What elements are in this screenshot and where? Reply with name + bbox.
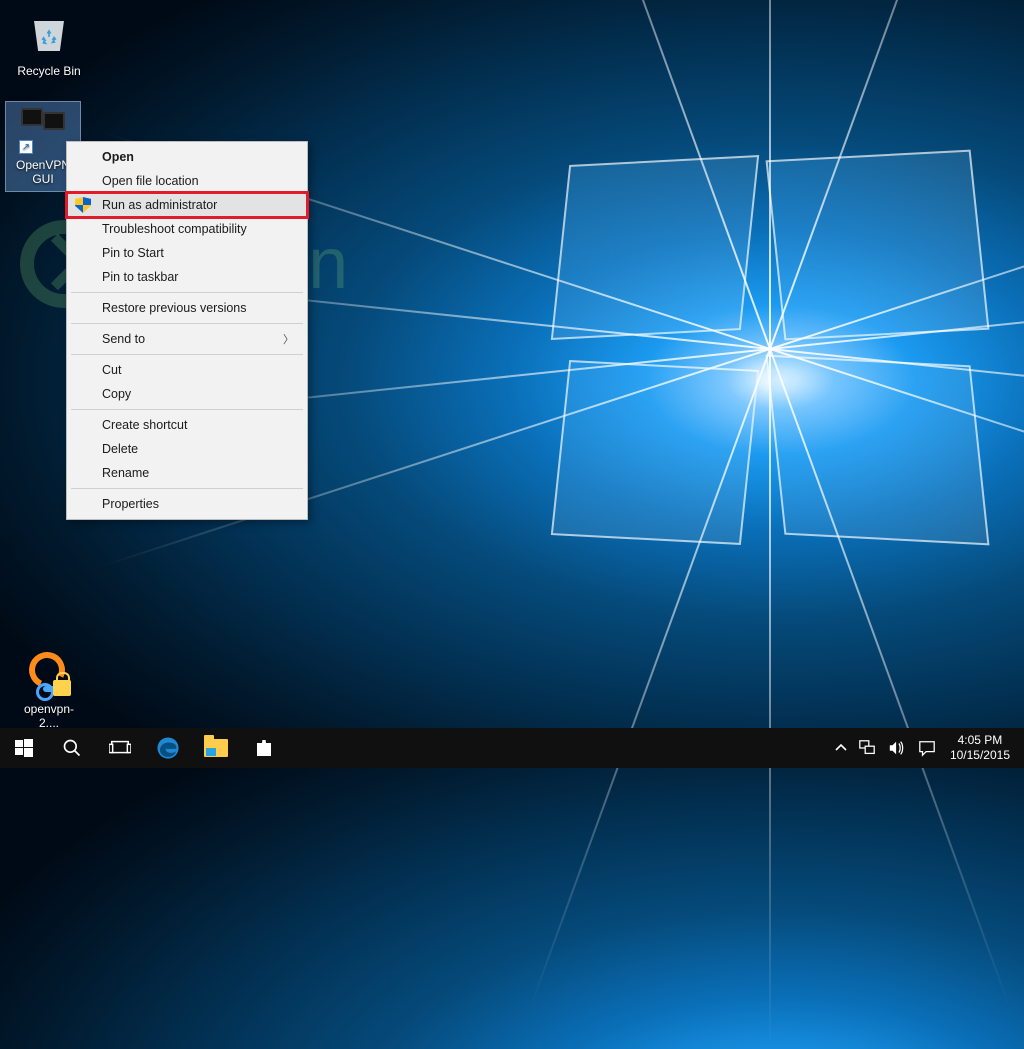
- menu-item-rename[interactable]: Rename: [70, 461, 304, 485]
- desktop-icon-label: Recycle Bin: [14, 64, 84, 78]
- menu-item-pin-taskbar[interactable]: Pin to taskbar: [70, 265, 304, 289]
- menu-item-troubleshoot[interactable]: Troubleshoot compatibility: [70, 217, 304, 241]
- edge-icon: [155, 735, 181, 761]
- menu-item-label: Copy: [102, 387, 131, 401]
- windows-logo-icon: [15, 739, 33, 757]
- tray-network-button[interactable]: [852, 739, 882, 757]
- system-tray: 4:05 PM 10/15/2015: [830, 728, 1024, 768]
- store-icon: [254, 738, 274, 758]
- uac-shield-icon: [75, 197, 91, 213]
- openvpn-gui-icon: ↗: [19, 106, 67, 154]
- menu-item-label: Troubleshoot compatibility: [102, 222, 247, 236]
- menu-item-label: Open: [102, 150, 134, 164]
- menu-item-label: Rename: [102, 466, 149, 480]
- desktop-icon-openvpn-installer[interactable]: openvpn-2....: [12, 646, 86, 735]
- menu-item-label: Delete: [102, 442, 138, 456]
- menu-item-open-file-location[interactable]: Open file location: [70, 169, 304, 193]
- wallpaper-pane: [766, 355, 990, 546]
- menu-item-send-to[interactable]: Send to 〉: [70, 327, 304, 351]
- menu-item-properties[interactable]: Properties: [70, 492, 304, 516]
- desktop-icon-label: openvpn-2....: [14, 702, 84, 731]
- menu-item-pin-start[interactable]: Pin to Start: [70, 241, 304, 265]
- clock-time: 4:05 PM: [950, 733, 1010, 748]
- taskbar-spacer: [288, 728, 830, 768]
- tray-sound-button[interactable]: [882, 739, 912, 757]
- menu-separator: [71, 354, 303, 355]
- clock-date: 10/15/2015: [950, 748, 1010, 763]
- menu-item-open[interactable]: Open: [70, 145, 304, 169]
- sound-icon: [888, 739, 906, 757]
- wallpaper-pane: [766, 150, 990, 341]
- menu-item-run-as-admin[interactable]: Run as administrator: [67, 193, 307, 217]
- wallpaper-ray: [769, 349, 771, 1049]
- menu-item-delete[interactable]: Delete: [70, 437, 304, 461]
- search-button[interactable]: [48, 728, 96, 768]
- taskbar-app-store[interactable]: [240, 728, 288, 768]
- chevron-up-icon: [835, 742, 847, 754]
- shortcut-arrow-icon: ↗: [19, 140, 33, 154]
- context-menu: Open Open file location Run as administr…: [66, 141, 308, 520]
- menu-separator: [71, 488, 303, 489]
- menu-item-label: Cut: [102, 363, 121, 377]
- recycle-bin-icon: [25, 12, 73, 60]
- openvpn-installer-icon: [25, 650, 73, 698]
- menu-item-label: Open file location: [102, 174, 199, 188]
- taskbar: 4:05 PM 10/15/2015: [0, 728, 1024, 768]
- chevron-right-icon: 〉: [283, 331, 294, 347]
- task-view-button[interactable]: [96, 728, 144, 768]
- taskbar-app-edge[interactable]: [144, 728, 192, 768]
- menu-item-label: Create shortcut: [102, 418, 187, 432]
- network-icon: [858, 739, 876, 757]
- folder-icon: [204, 739, 228, 757]
- menu-item-cut[interactable]: Cut: [70, 358, 304, 382]
- menu-item-label: Pin to taskbar: [102, 270, 178, 284]
- menu-item-create-shortcut[interactable]: Create shortcut: [70, 413, 304, 437]
- menu-item-label: Send to: [102, 332, 145, 346]
- menu-item-copy[interactable]: Copy: [70, 382, 304, 406]
- menu-item-label: Pin to Start: [102, 246, 164, 260]
- wallpaper-pane: [551, 360, 759, 545]
- action-center-icon: [918, 739, 936, 757]
- search-icon: [62, 738, 82, 758]
- menu-item-label: Properties: [102, 497, 159, 511]
- taskbar-app-file-explorer[interactable]: [192, 728, 240, 768]
- menu-separator: [71, 409, 303, 410]
- desktop-icon-recycle-bin[interactable]: Recycle Bin: [12, 8, 86, 82]
- menu-separator: [71, 292, 303, 293]
- menu-item-label: Run as administrator: [102, 198, 217, 212]
- taskbar-clock[interactable]: 4:05 PM 10/15/2015: [942, 733, 1018, 763]
- menu-item-restore[interactable]: Restore previous versions: [70, 296, 304, 320]
- start-button[interactable]: [0, 728, 48, 768]
- wallpaper-pane: [551, 155, 759, 340]
- menu-separator: [71, 323, 303, 324]
- task-view-icon: [109, 739, 131, 757]
- menu-item-label: Restore previous versions: [102, 301, 247, 315]
- tray-action-center-button[interactable]: [912, 739, 942, 757]
- tray-overflow-button[interactable]: [830, 742, 852, 754]
